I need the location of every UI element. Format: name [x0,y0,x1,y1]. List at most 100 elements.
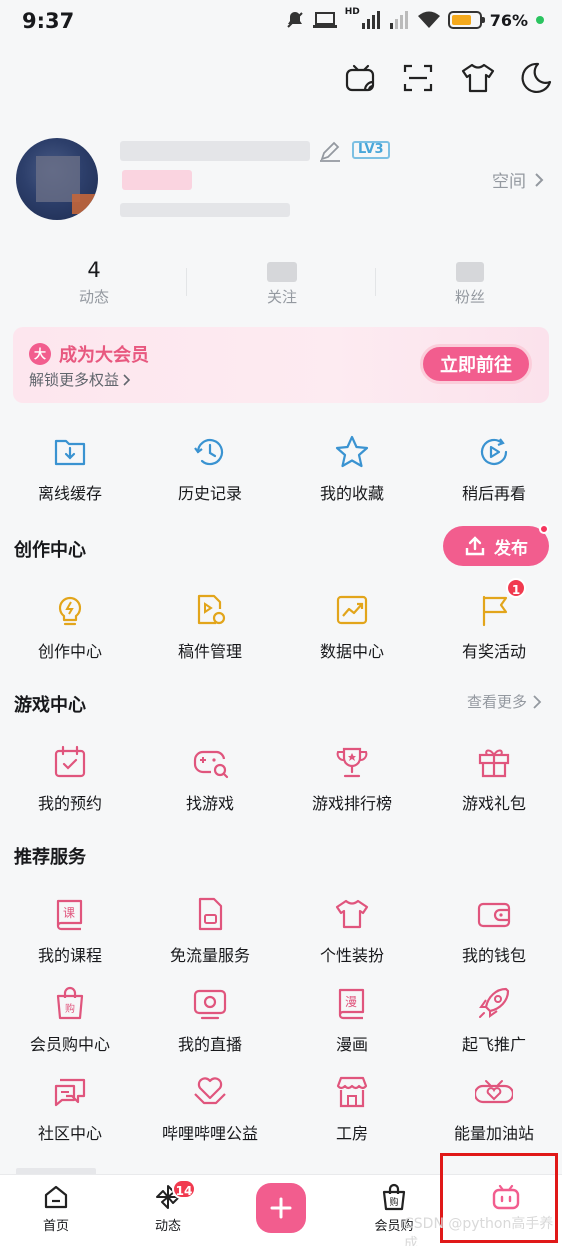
my-live-item[interactable]: 我的直播 [140,985,280,1055]
status-bar: 9:37 HD 76% [0,0,562,46]
vip-banner[interactable]: 大 成为大会员 解锁更多权益 立即前往 [13,327,549,403]
item-label: 能量加油站 [453,1124,534,1143]
item-label: 我的钱包 [461,946,526,965]
data-center-item[interactable]: 数据中心 [282,592,422,662]
item-label: 稍后再看 [461,484,526,503]
svg-text:购: 购 [65,1002,75,1015]
find-games-item[interactable]: 找游戏 [140,744,280,814]
item-label: 免流量服务 [169,946,250,965]
stat-num [188,258,376,284]
stat-following[interactable]: 关注 [188,258,376,307]
chevron-right-icon [535,172,544,187]
username-blurred [120,141,310,161]
gamepad-search-icon [193,750,229,779]
tv-cast-icon[interactable] [343,60,379,96]
item-label: 稿件管理 [177,642,242,661]
games-more-link[interactable]: 查看更多 [467,691,542,712]
creator-center-item[interactable]: 创作中心 [0,592,140,662]
stat-fans[interactable]: 粉丝 [376,258,562,307]
community-item[interactable]: 社区中心 [0,1074,140,1144]
level-badge: LV3 [352,141,390,159]
energy-station-item[interactable]: 能量加油站 [424,1074,562,1144]
signal-weak-icon [389,11,408,29]
nav-publish-button[interactable] [256,1183,306,1233]
free-data-item[interactable]: 免流量服务 [140,896,280,966]
rocket-icon [479,987,510,1018]
chart-icon [336,595,368,625]
watch-later-item[interactable]: 稍后再看 [424,434,562,504]
avatar[interactable] [16,138,98,220]
wallet-icon [477,902,511,928]
stat-label: 关注 [266,288,297,306]
space-link[interactable]: 空间 [492,167,544,192]
chat-bubbles-icon [54,1078,86,1107]
history-item[interactable]: 历史记录 [140,434,280,504]
status-icons: HD 76% [285,7,544,30]
manuscript-item[interactable]: 稿件管理 [140,592,280,662]
game-ranking-item[interactable]: 游戏排行榜 [282,744,422,814]
chevron-right-icon [123,373,131,386]
stat-dynamics[interactable]: 4 动态 [0,258,188,307]
signal-icon [361,11,380,29]
my-courses-item[interactable]: 课 我的课程 [0,896,140,966]
my-reservation-item[interactable]: 我的预约 [0,744,140,814]
svg-text:课: 课 [63,906,75,920]
status-dot [536,16,544,24]
item-label: 数据中心 [319,642,384,661]
stat-label: 粉丝 [454,288,485,306]
item-label: 我的课程 [37,946,102,965]
promotion-item[interactable]: 起飞推广 [424,985,562,1055]
mute-icon [286,12,303,28]
offline-cache-item[interactable]: 离线缓存 [0,434,140,504]
watch-later-icon [480,438,508,465]
item-label: 游戏礼包 [461,794,526,813]
comic-item[interactable]: 漫 漫画 [282,985,422,1055]
manuscript-icon [197,594,226,625]
vip-go-button[interactable]: 立即前往 [420,344,532,384]
hd-label: HD [344,7,360,17]
star-icon [335,435,369,468]
svg-text:漫: 漫 [345,995,357,1009]
item-label: 社区中心 [37,1124,102,1143]
item-label: 创作中心 [37,642,102,661]
personal-dressup-item[interactable]: 个性装扮 [282,896,422,966]
vip-shop-item[interactable]: 购 会员购中心 [0,985,140,1055]
wallet-item[interactable]: 我的钱包 [424,896,562,966]
item-label: 会员购中心 [29,1035,110,1054]
item-label: 我的预约 [37,794,102,813]
item-label: 漫画 [335,1035,368,1054]
publish-button[interactable]: 发布 [443,526,549,566]
nav-home[interactable]: 首页 [0,1183,112,1234]
status-time: 9:37 [22,9,75,33]
scan-icon[interactable] [400,60,436,96]
comic-book-icon: 漫 [338,988,365,1020]
publish-label: 发布 [494,538,528,559]
item-label: 游戏排行榜 [311,794,392,813]
shopping-bag-icon: 购 [382,1183,406,1211]
services-section-title: 推荐服务 [14,847,86,868]
tshirt-icon[interactable] [460,60,496,96]
sim-card-icon [198,897,223,931]
wifi-icon [417,11,440,28]
calendar-check-icon [54,745,86,778]
reward-activity-item[interactable]: 有奖活动 [424,592,562,662]
laptop-icon [312,12,337,28]
nav-dynamics[interactable]: 动态 [112,1183,224,1234]
edit-icon[interactable] [318,141,342,163]
item-label: 历史记录 [177,484,242,503]
game-gift-item[interactable]: 游戏礼包 [424,744,562,814]
stat-num: 4 [87,258,101,282]
games-section-title: 游戏中心 [14,695,86,716]
download-folder-icon [54,439,86,466]
workshop-item[interactable]: 工房 [282,1074,422,1144]
item-label: 有奖活动 [461,642,526,661]
reward-badge: 1 [506,578,526,598]
space-label: 空间 [492,172,526,192]
moon-icon[interactable] [518,60,554,96]
charity-item[interactable]: 哔哩哔哩公益 [140,1074,280,1144]
favorites-item[interactable]: 我的收藏 [282,434,422,504]
tshirt-icon [335,899,369,929]
plus-icon [270,1197,292,1219]
item-label: 我的收藏 [319,484,384,503]
vip-tag-blurred [122,170,192,190]
